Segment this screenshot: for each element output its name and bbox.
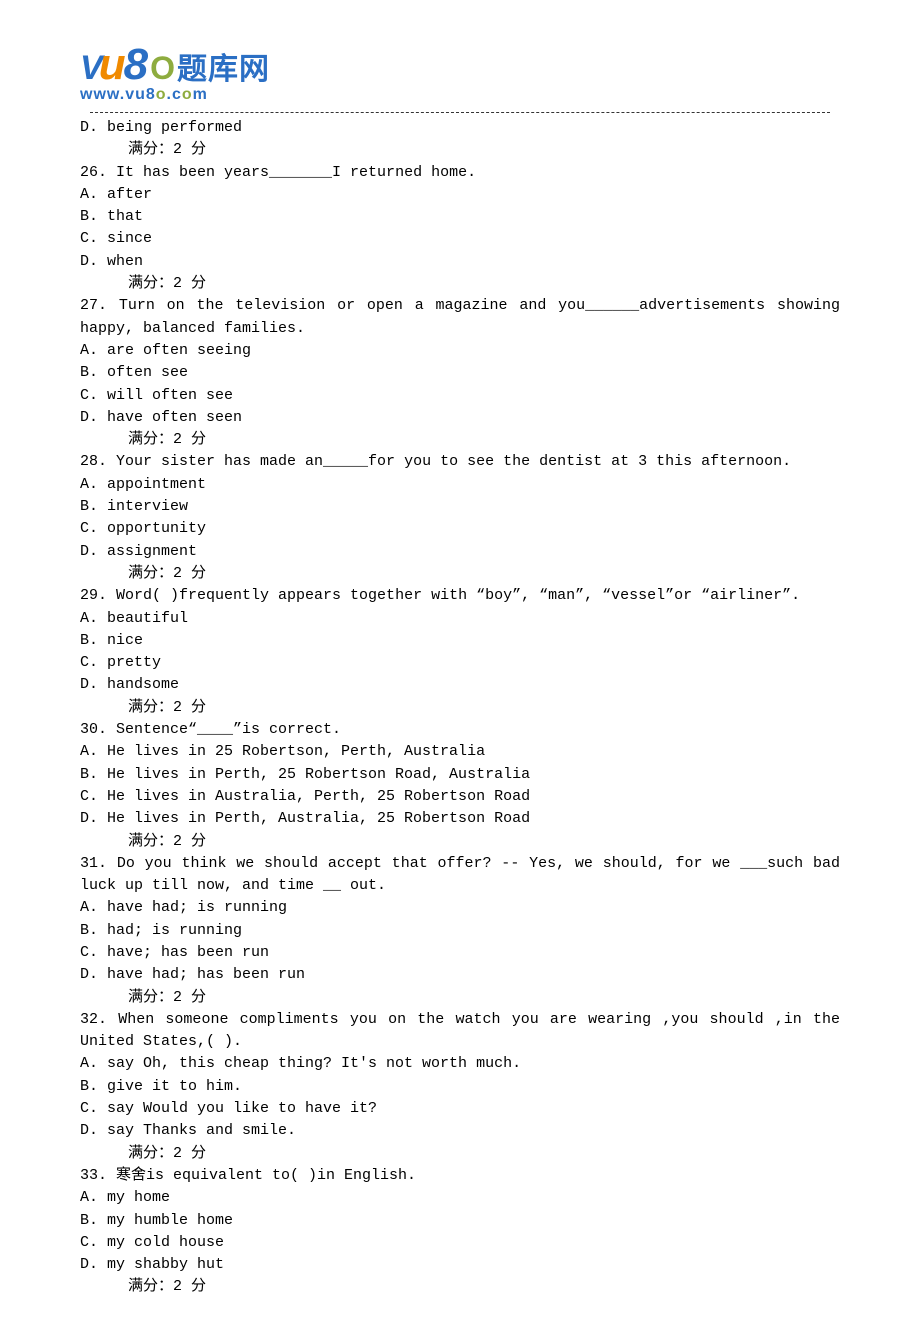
- question-number: 29.: [80, 587, 107, 604]
- option-c: C. my cold house: [80, 1232, 840, 1254]
- score-line: 满分：2 分: [80, 563, 840, 585]
- question-33: 33. 寒舍is equivalent to( )in English.: [80, 1165, 840, 1187]
- logo-url-o: o: [182, 86, 193, 103]
- question-number: 26.: [80, 164, 107, 181]
- question-26: 26. It has been years_______I returned h…: [80, 162, 840, 184]
- option-c: C. opportunity: [80, 518, 840, 540]
- question-31: 31. Do you think we should accept that o…: [80, 853, 840, 898]
- question-number: 32.: [80, 1011, 107, 1028]
- option-b: B. interview: [80, 496, 840, 518]
- option-d: D. assignment: [80, 541, 840, 563]
- option-a: A. my home: [80, 1187, 840, 1209]
- option-a: A. after: [80, 184, 840, 206]
- option-c: C. since: [80, 228, 840, 250]
- option-d: D. have often seen: [80, 407, 840, 429]
- score-line: 满分：2 分: [80, 429, 840, 451]
- question-text: Sentence“____”is correct.: [107, 721, 341, 738]
- option-c: C. will often see: [80, 385, 840, 407]
- question-28: 28. Your sister has made an_____for you …: [80, 451, 840, 473]
- option-b: B. give it to him.: [80, 1076, 840, 1098]
- option-d-continued: D. being performed: [80, 117, 840, 139]
- option-b: B. nice: [80, 630, 840, 652]
- option-a: A. appointment: [80, 474, 840, 496]
- question-number: 33.: [80, 1167, 107, 1184]
- option-d: D. He lives in Perth, Australia, 25 Robe…: [80, 808, 840, 830]
- logo-url-segment: m: [193, 86, 208, 103]
- option-a: A. He lives in 25 Robertson, Perth, Aust…: [80, 741, 840, 763]
- question-number: 30.: [80, 721, 107, 738]
- question-29: 29. Word( )frequently appears together w…: [80, 585, 840, 607]
- option-b: B. that: [80, 206, 840, 228]
- option-d: D. my shabby hut: [80, 1254, 840, 1276]
- score-line: 满分：2 分: [80, 831, 840, 853]
- option-a: A. are often seeing: [80, 340, 840, 362]
- logo-chinese-text: 题库网: [177, 44, 270, 88]
- logo-url-o: o: [156, 86, 167, 103]
- content-body: D. being performed 满分：2 分 26. It has bee…: [80, 117, 840, 1299]
- score-line: 满分：2 分: [80, 139, 840, 161]
- score-line: 满分：2 分: [80, 1143, 840, 1165]
- option-a: A. have had; is running: [80, 897, 840, 919]
- option-c: C. have; has been run: [80, 942, 840, 964]
- option-b: B. my humble home: [80, 1210, 840, 1232]
- question-text: 寒舍is equivalent to( )in English.: [107, 1167, 416, 1184]
- question-text: When someone compliments you on the watc…: [80, 1011, 840, 1050]
- option-d: D. have had; has been run: [80, 964, 840, 986]
- option-a: A. beautiful: [80, 608, 840, 630]
- question-text: Your sister has made an_____for you to s…: [107, 453, 791, 470]
- logo-url: www.vu8o.com: [80, 86, 840, 104]
- option-d: D. say Thanks and smile.: [80, 1120, 840, 1142]
- score-line: 满分：2 分: [80, 1276, 840, 1298]
- question-number: 27.: [80, 297, 107, 314]
- question-number: 28.: [80, 453, 107, 470]
- question-text: Do you think we should accept that offer…: [80, 855, 840, 894]
- question-30: 30. Sentence“____”is correct.: [80, 719, 840, 741]
- question-text: Word( )frequently appears together with …: [107, 587, 800, 604]
- option-c: C. say Would you like to have it?: [80, 1098, 840, 1120]
- site-logo: V u 8 O 题库网 www.vu8o.com: [80, 40, 840, 104]
- question-text: Turn on the television or open a magazin…: [80, 297, 840, 336]
- option-d: D. handsome: [80, 674, 840, 696]
- logo-u-letter: u: [99, 40, 126, 90]
- score-line: 满分：2 分: [80, 697, 840, 719]
- logo-url-segment: .c: [167, 86, 182, 103]
- question-number: 31.: [80, 855, 107, 872]
- option-b: B. often see: [80, 362, 840, 384]
- logo-8-digit: 8: [124, 40, 148, 90]
- option-c: C. He lives in Australia, Perth, 25 Robe…: [80, 786, 840, 808]
- question-27: 27. Turn on the television or open a mag…: [80, 295, 840, 340]
- logo-url-segment: www.vu8: [80, 86, 156, 103]
- document-page: V u 8 O 题库网 www.vu8o.com D. being perfor…: [0, 0, 920, 1339]
- option-b: B. He lives in Perth, 25 Robertson Road,…: [80, 764, 840, 786]
- score-line: 满分：2 分: [80, 987, 840, 1009]
- option-d: D. when: [80, 251, 840, 273]
- option-a: A. say Oh, this cheap thing? It's not wo…: [80, 1053, 840, 1075]
- logo-o-letter: O: [150, 50, 175, 87]
- divider-line: [90, 112, 830, 113]
- option-b: B. had; is running: [80, 920, 840, 942]
- logo-brand-row: V u 8 O 题库网: [80, 40, 840, 90]
- option-c: C. pretty: [80, 652, 840, 674]
- question-text: It has been years_______I returned home.: [107, 164, 476, 181]
- question-32: 32. When someone compliments you on the …: [80, 1009, 840, 1054]
- score-line: 满分：2 分: [80, 273, 840, 295]
